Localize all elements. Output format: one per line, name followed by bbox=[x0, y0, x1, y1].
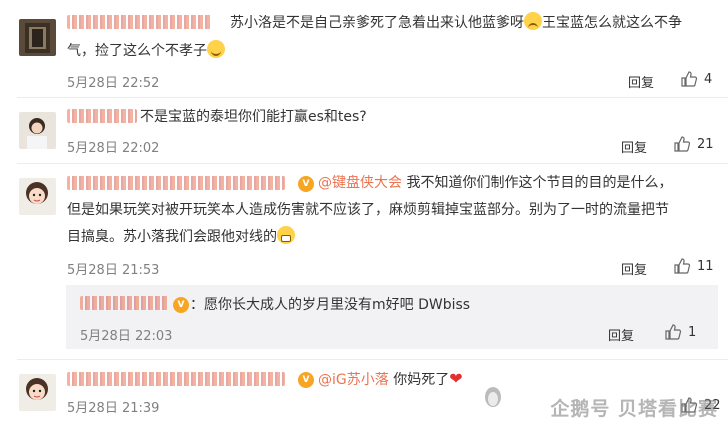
nested-reply-time: 5月28日 22:03 bbox=[80, 329, 173, 344]
thumbs-up-icon bbox=[674, 258, 691, 274]
reply-button[interactable]: 回复 bbox=[628, 72, 654, 91]
watermark: 企鹅号 贝塔看比赛 bbox=[550, 398, 718, 420]
comment-time: 5月28日 22:52 bbox=[67, 76, 160, 91]
verified-badge-icon: V bbox=[298, 372, 314, 388]
username-obscured[interactable] bbox=[67, 14, 212, 32]
verified-badge-icon: V bbox=[173, 297, 189, 313]
avatar[interactable] bbox=[19, 374, 56, 411]
reply-button[interactable]: 回复 bbox=[608, 325, 634, 344]
divider bbox=[17, 97, 728, 98]
comment-text: @键盘侠大会 我不知道你们制作这个节目的目的是什么， bbox=[318, 175, 673, 191]
comment-time: 5月28日 21:39 bbox=[67, 401, 160, 416]
mention-link[interactable]: @键盘侠大会 bbox=[318, 175, 402, 191]
username-obscured[interactable] bbox=[80, 295, 168, 313]
like-button[interactable]: 4 bbox=[680, 70, 712, 88]
like-button[interactable]: 1 bbox=[664, 323, 696, 341]
smile-emoji-icon bbox=[207, 40, 225, 58]
username-obscured[interactable] bbox=[67, 175, 285, 193]
reply-button[interactable]: 回复 bbox=[621, 137, 647, 156]
comment-text-cont: 目搞臭。苏小落我们会跟他对线的 bbox=[67, 226, 295, 248]
avatar[interactable] bbox=[19, 19, 56, 56]
grin-emoji-icon bbox=[277, 226, 295, 244]
divider bbox=[17, 163, 728, 164]
like-count: 4 bbox=[704, 71, 713, 87]
username-obscured[interactable] bbox=[67, 108, 137, 126]
comment-text: 不是宝蓝的泰坦你们能打赢es和tes? bbox=[140, 109, 367, 125]
sad-emoji-icon bbox=[524, 12, 542, 30]
like-count: 21 bbox=[697, 136, 714, 152]
thumbs-up-icon bbox=[681, 71, 698, 87]
username-obscured[interactable] bbox=[67, 371, 285, 389]
like-button[interactable]: 11 bbox=[673, 257, 714, 275]
comment-text-cont: 气，捡了这么个不孝子 bbox=[67, 40, 225, 62]
like-count: 1 bbox=[688, 324, 697, 340]
comment-text: 苏小洛是不是自己亲爹死了急着出来认他蓝爹呀 王宝蓝怎么就这么不争 bbox=[230, 12, 710, 34]
comment-text-cont: 但是如果玩笑对被开玩笑本人造成伤害就不应该了，麻烦剪辑掉宝蓝部分。别为了一时的流… bbox=[67, 202, 669, 218]
avatar[interactable] bbox=[19, 178, 56, 215]
comment-time: 5月28日 21:53 bbox=[67, 263, 160, 278]
nested-reply-text: ：愿你长大成人的岁月里没有m好吧 DWbiss bbox=[190, 297, 471, 313]
like-count: 11 bbox=[697, 258, 714, 274]
verified-badge-icon: V bbox=[298, 176, 314, 192]
thumbs-up-icon bbox=[665, 324, 682, 340]
divider bbox=[17, 359, 728, 360]
reply-button[interactable]: 回复 bbox=[621, 259, 647, 278]
avatar[interactable] bbox=[19, 112, 56, 149]
thumbs-up-icon bbox=[674, 136, 691, 152]
heart-icon: ❤ bbox=[449, 369, 463, 388]
mention-link[interactable]: @iG苏小落 bbox=[318, 372, 389, 388]
like-button[interactable]: 21 bbox=[673, 135, 714, 153]
comment-time: 5月28日 22:02 bbox=[67, 141, 160, 156]
comment-text: @iG苏小落 你妈死了❤ bbox=[318, 369, 463, 388]
nested-reply: V ：愿你长大成人的岁月里没有m好吧 DWbiss 5月28日 22:03 回复… bbox=[66, 285, 718, 349]
penguin-logo-icon bbox=[485, 387, 501, 407]
